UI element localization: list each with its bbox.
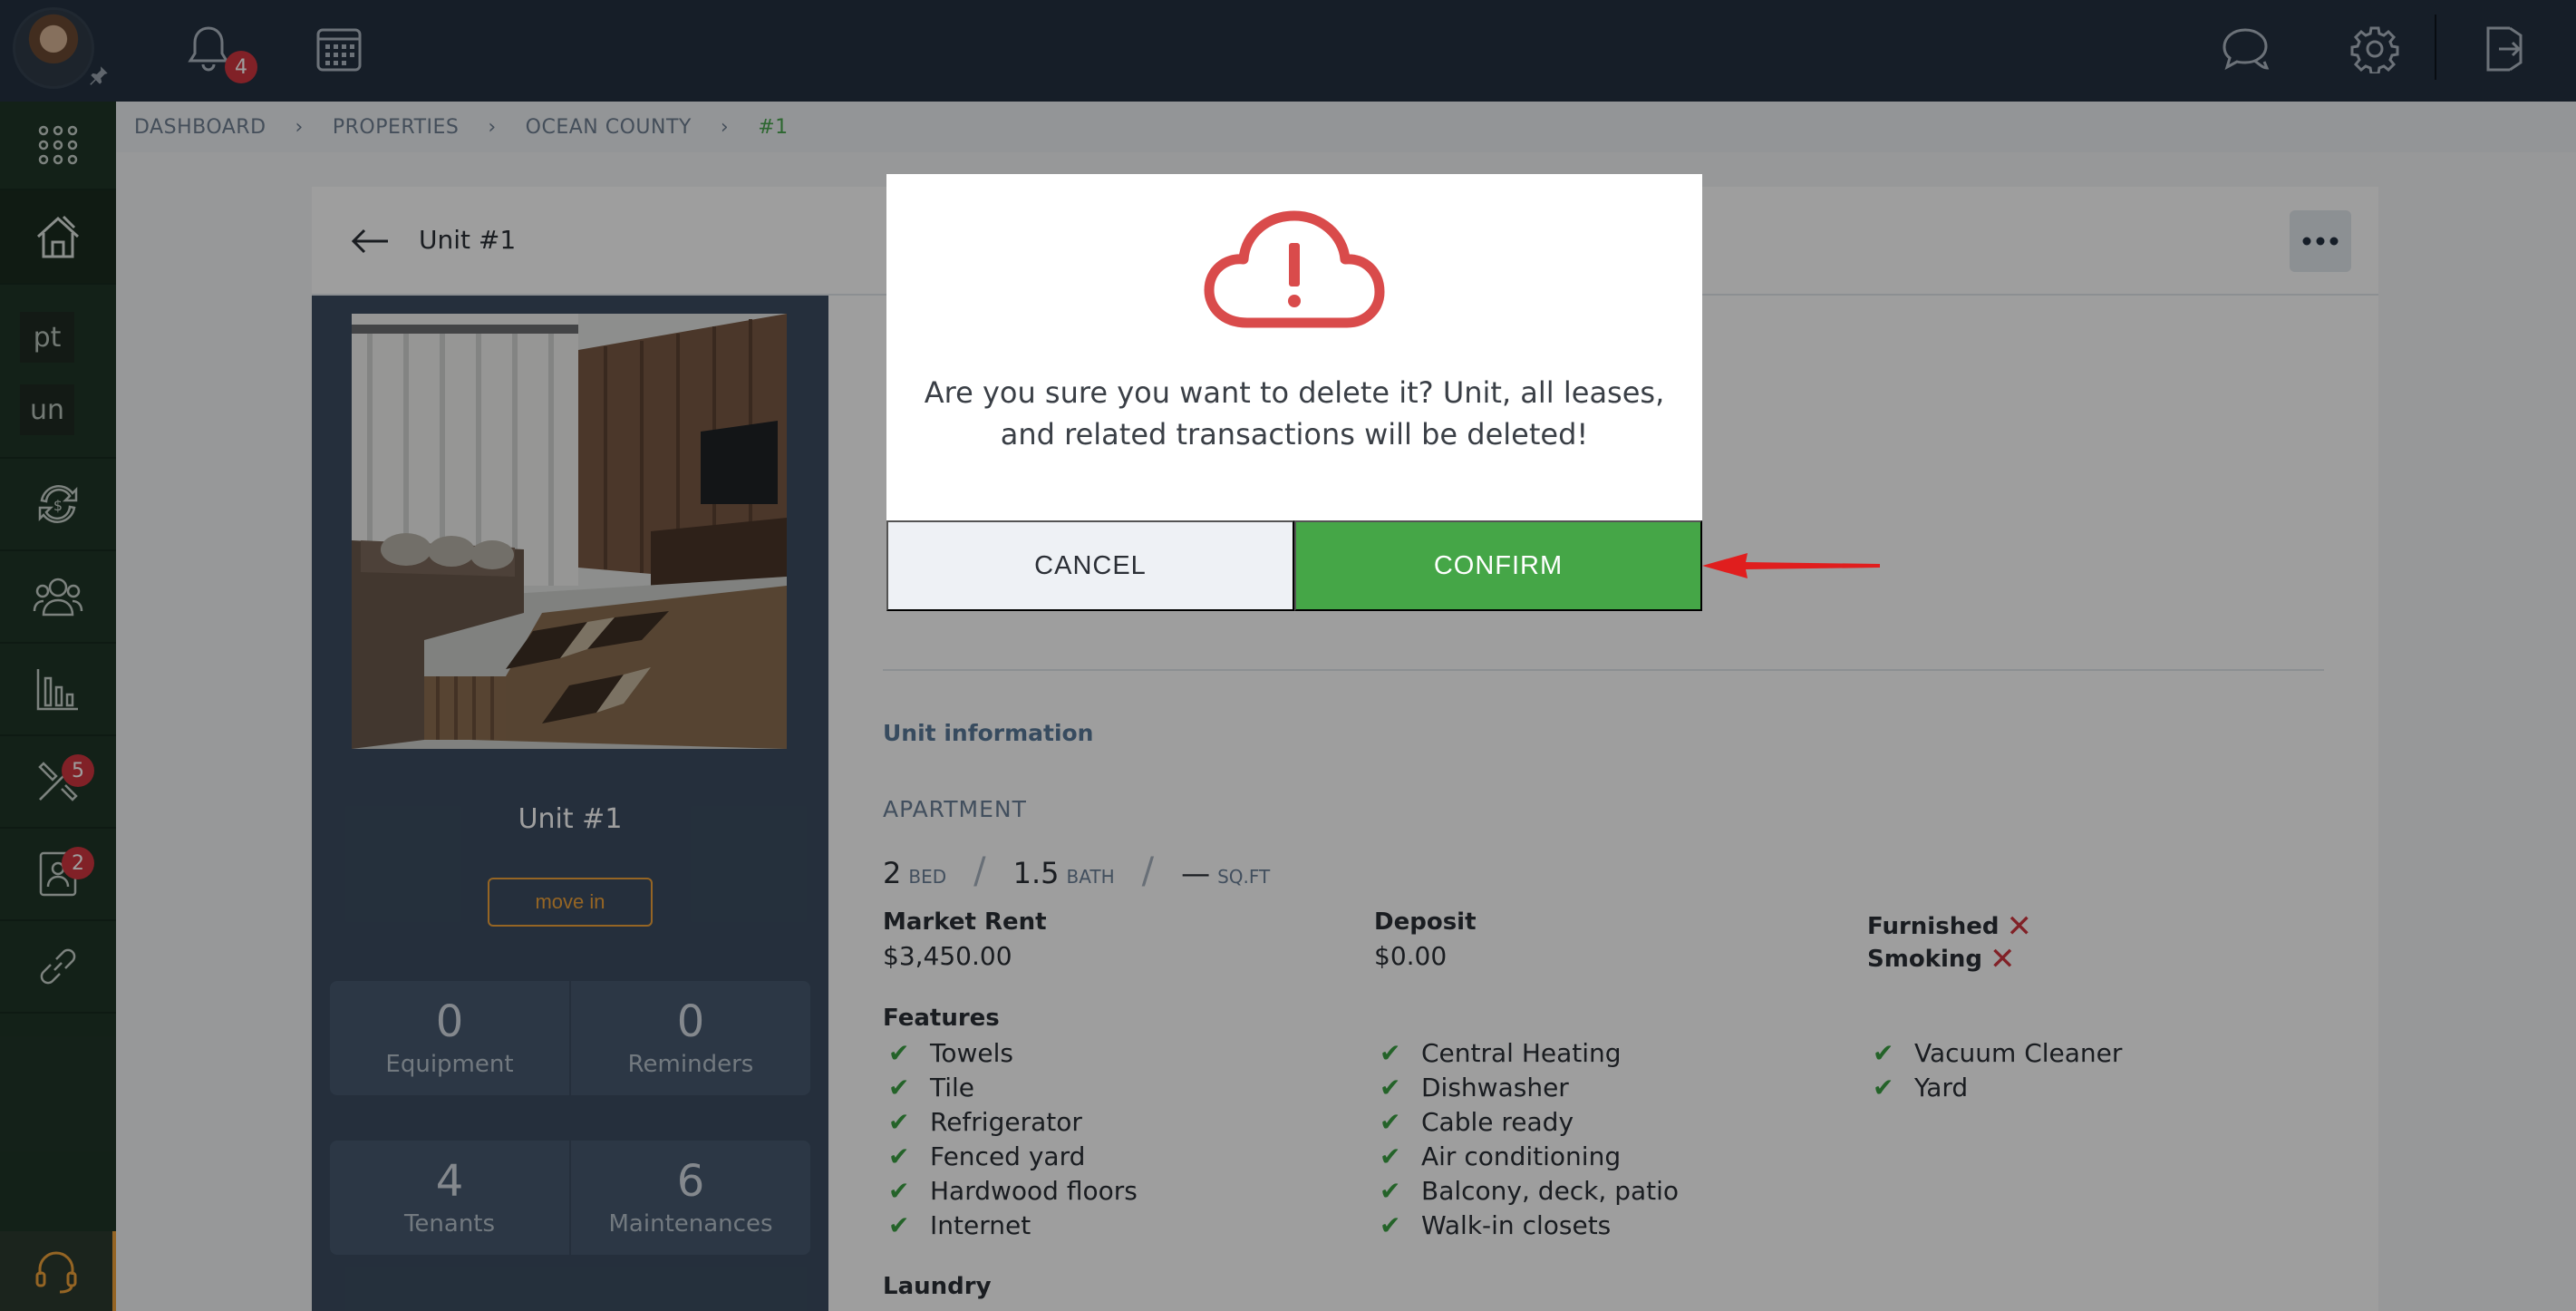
delete-confirm-dialog: Are you sure you want to delete it? Unit… <box>886 174 1702 611</box>
red-arrow-annotation <box>1702 553 1880 578</box>
cancel-button[interactable]: CANCEL <box>886 520 1294 611</box>
confirm-button[interactable]: CONFIRM <box>1294 520 1702 611</box>
cloud-alert-icon <box>1204 210 1385 328</box>
dialog-message: Are you sure you want to delete it? Unit… <box>924 375 1665 452</box>
